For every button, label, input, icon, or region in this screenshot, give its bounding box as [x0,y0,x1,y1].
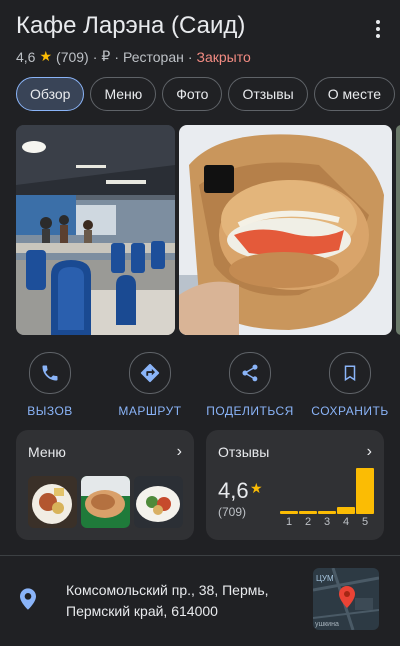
save-label: СОХРАНИТЬ [311,404,389,418]
star-icon: ★ [39,48,53,64]
rating-bar-label: 4 [342,516,350,528]
star-icon: ★ [250,480,263,496]
rating-bar-2 [299,511,317,514]
photo-gallery [16,125,400,335]
tab-about[interactable]: О месте [313,77,395,111]
rating-bar-3 [318,511,336,514]
map-label-top: ЦУМ [316,574,334,583]
separator: · [187,48,193,65]
menu-thumbnails [28,476,183,528]
tab-photos[interactable]: Фото [162,77,223,111]
address-row[interactable]: Комсомольский пр., 38, Пермь, Пермский к… [0,566,400,646]
open-status: Закрыто [196,48,251,65]
rating-bar-label: 3 [323,516,331,528]
directions-button[interactable]: МАРШРУТ [100,352,200,418]
save-button[interactable]: СОХРАНИТЬ [300,352,400,418]
tab-reviews[interactable]: Отзывы [228,77,308,111]
menu-card[interactable]: Меню › [16,430,194,540]
menu-thumbnail[interactable] [28,476,77,528]
menu-card-title: Меню [28,444,66,460]
directions-icon [129,352,171,394]
address-line-1: Комсомольский пр., 38, Пермь, [66,582,269,598]
reviews-card[interactable]: Отзывы › 4,6 ★ (709) 12345 [206,430,384,540]
bookmark-icon [329,352,371,394]
chevron-right-icon: › [366,443,372,460]
reviews-count: (709) [218,505,247,519]
tab-bar: Обзор Меню Фото Отзывы О месте [16,77,395,111]
rating-value: 4,6 [16,48,36,65]
tab-menu[interactable]: Меню [90,77,157,111]
separator: · [92,48,98,65]
rating-bar-label: 5 [361,516,369,528]
food-photo-partial[interactable] [396,125,400,335]
rating-bar-4 [337,507,355,514]
call-label: ВЫЗОВ [27,404,73,418]
interior-photo[interactable] [16,125,175,335]
price-level: ₽ [101,48,111,64]
reviews-rating: 4,6 [218,478,249,503]
share-icon [229,352,271,394]
rating-bar-label: 2 [304,516,312,528]
tab-overview[interactable]: Обзор [16,77,85,111]
place-meta: 4,6 ★ (709) · ₽ · Ресторан · Закрыто [16,48,384,65]
share-label: ПОДЕЛИТЬСЯ [206,404,294,418]
food-photo[interactable] [179,125,392,335]
category-label: Ресторан [122,48,184,65]
rating-distribution [280,466,374,514]
directions-label: МАРШРУТ [118,404,182,418]
place-header: Кафе Ларэна (Саид) 4,6 ★ (709) · ₽ · Рес… [16,10,384,65]
menu-thumbnail[interactable] [81,476,130,528]
location-pin-icon [20,588,36,615]
call-button[interactable]: ВЫЗОВ [0,352,100,418]
place-title: Кафе Ларэна (Саид) [16,12,246,39]
rating-bar-label: 1 [285,516,293,528]
menu-thumbnail[interactable] [134,476,183,528]
action-buttons: ВЫЗОВ МАРШРУТ ПОДЕЛИТЬСЯ СОХРАНИТЬ [0,352,400,418]
rating-bar-5 [356,468,374,514]
reviews-card-title: Отзывы [218,444,270,460]
map-label-bottom: ушкина [315,621,339,628]
share-button[interactable]: ПОДЕЛИТЬСЯ [200,352,300,418]
divider [0,555,400,556]
phone-icon [29,352,71,394]
address-text: Комсомольский пр., 38, Пермь, Пермский к… [66,580,269,622]
chevron-right-icon: › [176,443,182,460]
rating-distribution-labels: 12345 [280,516,374,528]
more-options-icon[interactable] [376,20,380,41]
separator: · [114,48,119,65]
map-thumbnail[interactable]: ЦУМ ушкина [313,568,379,630]
address-line-2: Пермский край, 614000 [66,603,218,619]
reviews-count[interactable]: (709) [56,49,89,65]
rating-bar-1 [280,511,298,514]
